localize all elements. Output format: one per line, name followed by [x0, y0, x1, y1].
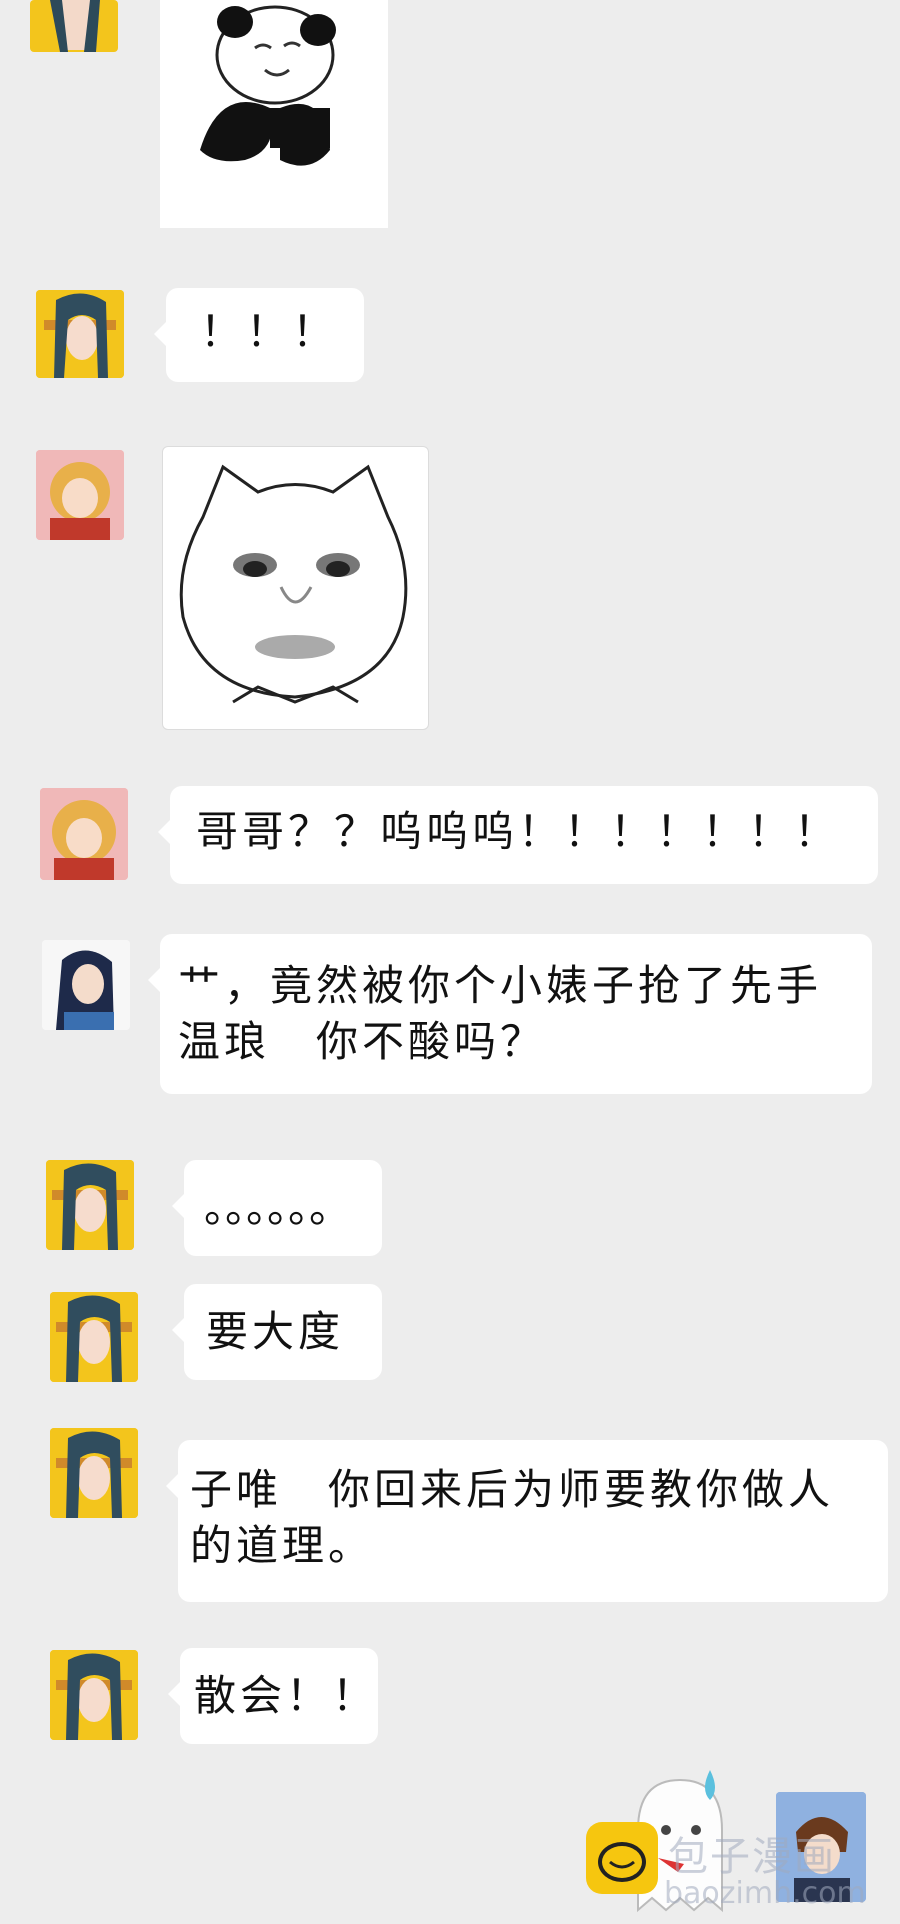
message-text-line-2: 温琅 你不酸吗？ [178, 1017, 547, 1066]
avatar-long-hair-girl[interactable] [46, 1160, 134, 1250]
watermark-url: baozimh.com [664, 1876, 866, 1911]
avatar-long-hair-girl[interactable] [30, 0, 118, 52]
message-bubble[interactable]: 要大度 [172, 1284, 382, 1380]
avatar-long-hair-girl[interactable] [50, 1650, 138, 1740]
avatar-long-hair-girl[interactable] [50, 1292, 138, 1382]
message-text: ！！！ [200, 307, 339, 356]
watermark-brand: 包子漫画 [668, 1834, 836, 1880]
bun-logo-icon [586, 1822, 658, 1894]
message-bubble[interactable]: ！！！ [154, 288, 364, 382]
message-bubble[interactable]: 散会！！ [168, 1648, 379, 1744]
avatar-long-hair-girl[interactable] [36, 290, 124, 378]
message-text: 散会！！ [194, 1671, 379, 1720]
message-text-line-2: 的道理。 [190, 1521, 375, 1570]
avatar-dark-hair-man[interactable] [42, 940, 130, 1030]
cat-face-sticker[interactable] [162, 446, 429, 730]
avatar-blonde-girl[interactable] [36, 450, 124, 540]
avatar-long-hair-girl[interactable] [50, 1428, 138, 1518]
message-bubble[interactable]: 艹，竟然被你个小婊子抢了先手 温琅 你不酸吗？ [148, 934, 872, 1094]
message-text: 。。。。。。 [204, 1183, 352, 1232]
message-bubble[interactable]: 。。。。。。 [172, 1160, 382, 1256]
message-bubble[interactable]: 哥哥？？呜呜呜！！！！！！！ [158, 786, 878, 884]
avatar-blonde-girl[interactable] [40, 788, 128, 880]
message-text-line-1: 艹，竟然被你个小婊子抢了先手 [178, 961, 823, 1010]
message-bubble[interactable]: 子唯 你回来后为师要教你做人 的道理。 [166, 1440, 888, 1602]
message-text: 哥哥？？呜呜呜！！！！！！！ [196, 807, 841, 856]
message-text-line-1: 子唯 你回来后为师要教你做人 [190, 1465, 835, 1514]
message-text: 要大度 [206, 1307, 345, 1356]
panda-sticker[interactable] [160, 0, 388, 228]
